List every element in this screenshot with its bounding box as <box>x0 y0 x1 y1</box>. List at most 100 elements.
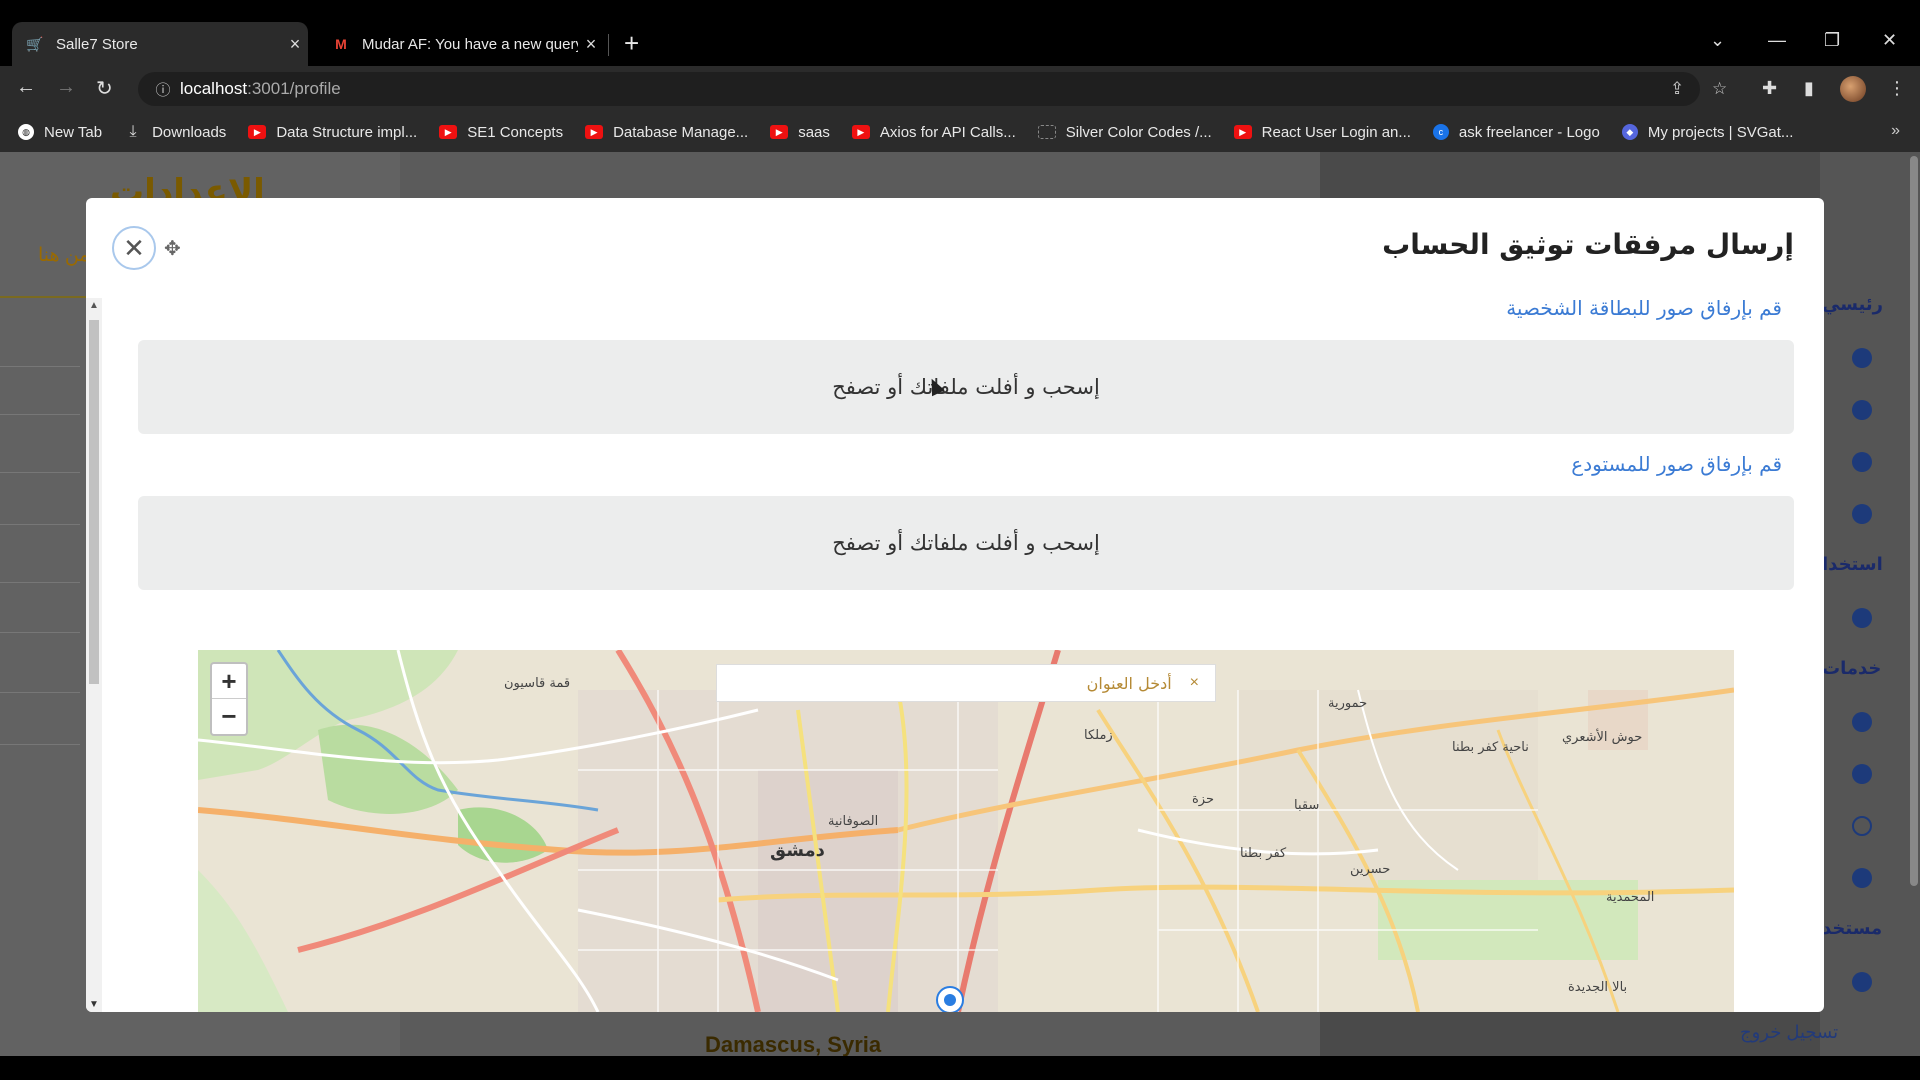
gmail-icon: M <box>335 36 347 52</box>
bookmark-svgator[interactable]: ◆ My projects | SVGat... <box>1621 124 1793 141</box>
minimize-icon[interactable]: — <box>1768 30 1786 51</box>
here-link[interactable]: من هنا <box>38 244 89 267</box>
new-tab-button[interactable]: + <box>624 30 639 56</box>
map-label-saqba: سقبا <box>1294 798 1320 813</box>
zoom-out-button[interactable]: − <box>212 699 246 734</box>
side-panel-icon[interactable]: ▮ <box>1804 78 1814 99</box>
chart-icon[interactable] <box>1852 348 1872 368</box>
address-search-placeholder: أدخل العنوان <box>1086 673 1172 693</box>
tab-title: Mudar AF: You have a new query <box>362 35 578 53</box>
home-icon[interactable] <box>1852 452 1872 472</box>
svgator-icon: ◆ <box>1621 124 1638 140</box>
bookmark-silver-colors[interactable]: Silver Color Codes /... <box>1037 123 1212 141</box>
profile-avatar[interactable] <box>1840 76 1866 102</box>
modal-scrollbar-thumb[interactable] <box>89 320 99 684</box>
bookmark-label: Data Structure impl... <box>276 123 418 141</box>
map-label-qasyoun: قمة قاسيون <box>504 676 571 691</box>
close-tab-icon[interactable]: × <box>578 34 604 55</box>
page-scrollbar-thumb[interactable] <box>1910 156 1918 886</box>
bookmark-axios[interactable]: ▶ Axios for API Calls... <box>851 123 1016 141</box>
close-window-icon[interactable]: ✕ <box>1882 30 1897 51</box>
scroll-up-icon[interactable]: ▲ <box>89 300 99 311</box>
zoom-in-button[interactable]: + <box>212 664 246 699</box>
warehouse-dropzone[interactable]: إسحب و أفلت ملفاتك أو تصفح <box>138 496 1794 590</box>
map-label-zamalka: زملكا <box>1084 728 1113 743</box>
modal-scrollbar[interactable]: ▲ ▼ <box>86 298 102 1012</box>
map-label-hazza: حزة <box>1192 792 1215 807</box>
map-tiles <box>198 650 1734 1012</box>
bookmark-label: Axios for API Calls... <box>879 123 1016 141</box>
move-icon[interactable]: ✥ <box>164 236 181 261</box>
bookmark-star-icon[interactable]: ☆ <box>1712 79 1727 99</box>
bell-icon[interactable] <box>1852 608 1872 628</box>
close-button[interactable]: ✕ <box>112 226 156 270</box>
tab-gmail[interactable]: M Mudar AF: You have a new query × <box>318 22 604 66</box>
sidebar-heading-usage: استخدا <box>1822 554 1883 574</box>
location-text: Damascus, Syria <box>705 1032 882 1056</box>
tab-title: Salle7 Store <box>56 35 138 53</box>
url-host: localhost <box>180 79 248 98</box>
bookmark-ask-freelancer[interactable]: c ask freelancer - Logo <box>1432 124 1600 141</box>
dropzone-text: إسحب و أفلت ملفاتك أو تصفح <box>832 375 1100 399</box>
verified-icon[interactable] <box>1852 764 1872 784</box>
back-icon[interactable]: ← <box>16 76 36 99</box>
bookmark-database[interactable]: ▶ Database Manage... <box>585 124 748 141</box>
address-bar[interactable]: ⓘ localhost:3001/profile ⇪ ☆ <box>138 72 1727 106</box>
clear-search-icon[interactable]: × <box>1190 674 1199 692</box>
close-tab-icon[interactable]: × <box>282 34 308 55</box>
bookmark-saas[interactable]: ▶ saas <box>770 124 830 141</box>
extensions-icon[interactable]: ✚ <box>1762 78 1777 99</box>
reload-icon[interactable]: ↻ <box>96 76 113 101</box>
bookmark-label: Database Manage... <box>613 123 749 141</box>
sidebar-heading-users: مستخد <box>1822 918 1883 938</box>
bookmark-downloads[interactable]: ⤓ Downloads <box>124 123 227 141</box>
sidebar-heading-services: خدمات <box>1822 658 1882 678</box>
id-card-label: قم بإرفاق صور للبطاقة الشخصية <box>1506 296 1782 320</box>
download-icon: ⤓ <box>129 123 137 140</box>
bookmark-label: New Tab <box>44 123 103 141</box>
address-search-input[interactable]: أدخل العنوان × <box>716 664 1216 702</box>
warehouse-label: قم بإرفاق صور للمستودع <box>1571 452 1782 476</box>
restore-icon[interactable]: ❐ <box>1824 30 1840 51</box>
bookmark-label: Silver Color Codes /... <box>1065 123 1212 141</box>
bag-icon[interactable] <box>1852 400 1872 420</box>
map-label-hammouriyeh: حمورية <box>1328 696 1368 711</box>
dropzone-text: إسحب و أفلت ملفاتك أو تصفح <box>832 531 1100 555</box>
user-icon[interactable] <box>1852 972 1872 992</box>
menu-icon[interactable]: ⋮ <box>1888 78 1906 99</box>
youtube-icon: ▶ <box>851 125 870 139</box>
bookmark-react-login[interactable]: ▶ React User Login an... <box>1233 124 1411 141</box>
site-info-icon[interactable]: ⓘ <box>146 79 180 100</box>
globe-icon: ◍ <box>18 124 34 140</box>
bookmark-data-structure[interactable]: ▶ Data Structure impl... <box>248 124 417 141</box>
browser-toolbar: ← → ↻ ⓘ localhost:3001/profile ⇪ ☆ ✚ ▮ ⋮ <box>0 66 1920 112</box>
more-bookmarks-icon[interactable]: » <box>1891 122 1900 140</box>
bookmark-label: SE1 Concepts <box>467 123 564 141</box>
youtube-icon: ▶ <box>1233 125 1252 139</box>
tab-search-icon[interactable]: ⌄ <box>1710 30 1725 51</box>
store-favicon-icon: 🛒 <box>26 35 44 52</box>
id-card-dropzone[interactable]: إسحب و أفلت ملفاتك أو تصفح <box>138 340 1794 434</box>
close-icon: ✕ <box>123 232 145 263</box>
grid-icon <box>1037 125 1056 139</box>
share-icon[interactable]: ⇪ <box>1670 79 1684 99</box>
location-marker[interactable] <box>936 986 964 1012</box>
location-map[interactable]: + − أدخل العنوان × دمشق الصوفانية زملكا … <box>198 650 1734 1012</box>
page-scrollbar[interactable] <box>1908 152 1920 1056</box>
box-icon[interactable] <box>1852 504 1872 524</box>
c-logo-icon: c <box>1432 124 1449 140</box>
map-label-kafr: ناحية كفر بطنا <box>1452 740 1529 755</box>
bookmarks-bar: ◍ New Tab ⤓ Downloads ▶ Data Structure impl… <box>0 112 1920 152</box>
youtube-icon: ▶ <box>770 125 789 139</box>
bookmark-se1[interactable]: ▶ SE1 Concepts <box>439 124 563 141</box>
scroll-down-icon[interactable]: ▼ <box>89 999 99 1010</box>
sidebar-heading-main: رئيسي <box>1822 294 1883 314</box>
bookmark-new-tab[interactable]: ◍ New Tab <box>18 124 102 141</box>
gear-icon[interactable] <box>1852 868 1872 888</box>
alert-icon[interactable] <box>1852 712 1872 732</box>
tab-salle7-store[interactable]: 🛒 Salle7 Store × <box>12 22 308 66</box>
forward-icon[interactable]: → <box>56 76 76 99</box>
clock-icon[interactable] <box>1852 816 1872 836</box>
logout-link[interactable]: تسجيل خروج <box>1740 1022 1838 1043</box>
youtube-icon: ▶ <box>585 125 604 139</box>
